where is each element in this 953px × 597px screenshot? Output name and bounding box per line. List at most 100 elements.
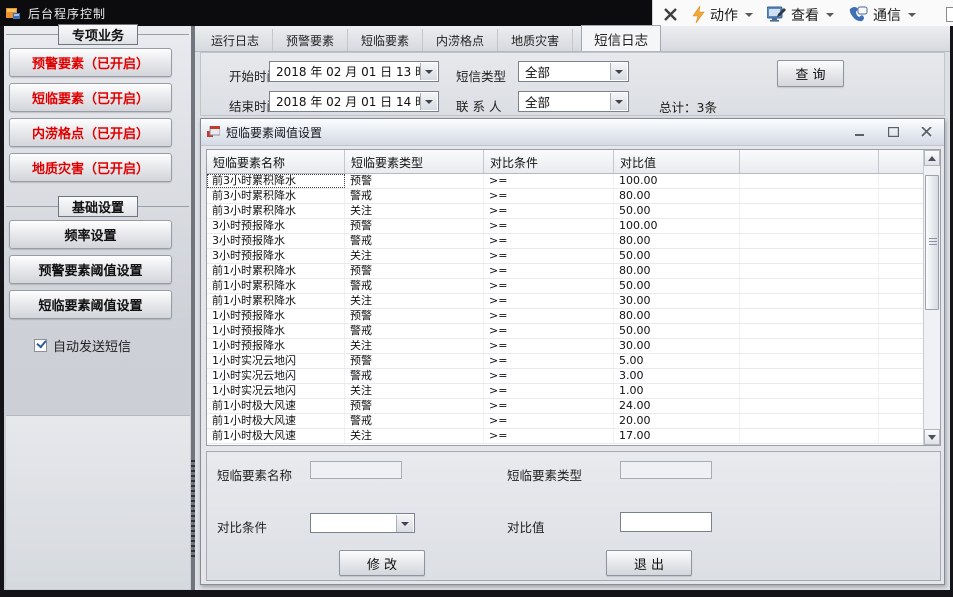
sidebar-button-geo-hazard[interactable]: 地质灾害（已开启）: [9, 153, 172, 182]
table-header: 短临要素名称 短临要素类型 对比条件 对比值: [207, 150, 940, 174]
form-value-label: 对比值: [507, 517, 545, 536]
tab-sms-log[interactable]: 短信日志: [581, 25, 661, 51]
table-row[interactable]: 1小时预报降水警戒>=50.00: [207, 324, 923, 339]
table-row[interactable]: 前1小时累积降水警戒>=50.00: [207, 279, 923, 294]
group-basic-settings: 基础设置: [58, 196, 138, 217]
chevron-down-icon[interactable]: [396, 515, 413, 532]
dialog-title: 短临要素阈值设置: [226, 124, 839, 141]
nowcast-threshold-settings-button[interactable]: 短临要素阈值设置: [9, 290, 172, 319]
edit-form-panel: 短临要素名称 短临要素类型 对比条件 对比值 修 改 退 出: [206, 451, 941, 581]
warning-threshold-settings-button[interactable]: 预警要素阈值设置: [9, 255, 172, 284]
sms-type-label: 短信类型: [456, 66, 506, 85]
column-header-cond[interactable]: 对比条件: [484, 150, 614, 173]
column-header-empty: [740, 150, 879, 173]
dialog-title-bar: 短临要素阈值设置: [201, 119, 944, 146]
form-type-input[interactable]: [620, 461, 712, 479]
modify-button[interactable]: 修 改: [339, 550, 425, 576]
table-row[interactable]: 1小时预报降水关注>=30.00: [207, 339, 923, 354]
start-time-picker[interactable]: 2018 年 02 月 01 日 13 时: [269, 61, 439, 82]
exit-button[interactable]: 退 出: [606, 550, 692, 576]
threshold-table: 短临要素名称 短临要素类型 对比条件 对比值 前3小时累积降水预警>=100.0…: [206, 149, 941, 446]
table-row[interactable]: 前3小时累积降水警戒>=80.00: [207, 189, 923, 204]
table-body: 前3小时累积降水预警>=100.00前3小时累积降水警戒>=80.00前3小时累…: [207, 174, 923, 445]
chevron-down-icon: [826, 13, 834, 17]
auto-send-checkbox-label: 自动发送短信: [53, 336, 131, 355]
lightning-icon: [692, 6, 705, 23]
actions-menu-label: 动作: [710, 5, 738, 25]
actions-menu[interactable]: 动作: [687, 3, 758, 27]
dialog-close-button[interactable]: [914, 124, 938, 141]
dialog-maximize-button[interactable]: [881, 124, 905, 141]
table-row[interactable]: 前1小时累积降水关注>=30.00: [207, 294, 923, 309]
sidebar-button-warning-elements[interactable]: 预警要素（已开启）: [9, 48, 172, 77]
table-row[interactable]: 1小时实况云地闪关注>=1.00: [207, 384, 923, 399]
view-menu[interactable]: 查看: [762, 3, 839, 27]
sidebar-button-nowcast-elements[interactable]: 短临要素（已开启）: [9, 83, 172, 112]
end-time-value: 2018 年 02 月 01 日 14 时: [276, 93, 427, 110]
table-row[interactable]: 3小时预报降水警戒>=80.00: [207, 234, 923, 249]
dialog-icon: [207, 126, 220, 138]
contact-label: 联 系 人: [456, 96, 501, 115]
form-cond-label: 对比条件: [217, 517, 267, 536]
tab-warning-elements[interactable]: 预警要素: [273, 29, 348, 51]
start-time-value: 2018 年 02 月 01 日 13 时: [276, 63, 427, 80]
close-icon[interactable]: [657, 3, 683, 27]
dialog-minimize-button[interactable]: [848, 124, 872, 141]
chevron-down-icon: [908, 13, 916, 17]
form-type-label: 短临要素类型: [507, 465, 582, 484]
sidebar-bottom-panel: [6, 415, 190, 589]
tab-strip: 运行日志 预警要素 短临要素 内涝格点 地质灾害 短信日志: [195, 26, 950, 52]
chevron-down-icon[interactable]: [420, 63, 437, 80]
table-row[interactable]: 前1小时累积降水预警>=80.00: [207, 264, 923, 279]
chevron-down-icon: [745, 13, 753, 17]
sms-type-value: 全部: [525, 62, 550, 81]
table-row[interactable]: 1小时实况云地闪预警>=5.00: [207, 354, 923, 369]
communication-menu-label: 通信: [873, 5, 901, 25]
table-row[interactable]: 前1小时极大风速预警>=24.00: [207, 399, 923, 414]
chevron-down-icon[interactable]: [420, 93, 437, 110]
window-title: 后台程序控制: [28, 5, 106, 22]
search-button[interactable]: 查 询: [777, 60, 844, 87]
tab-waterlogging-grid[interactable]: 内涝格点: [423, 29, 498, 51]
sms-type-combo[interactable]: 全部: [518, 61, 629, 82]
total-count-text: 总计：3条: [659, 97, 717, 116]
table-row[interactable]: 3小时预报降水预警>=100.00: [207, 219, 923, 234]
auto-send-checkbox[interactable]: [34, 339, 47, 352]
end-time-picker[interactable]: 2018 年 02 月 01 日 14 时: [269, 91, 439, 112]
tab-nowcast-elements[interactable]: 短临要素: [348, 29, 423, 51]
column-header-name[interactable]: 短临要素名称: [207, 150, 345, 173]
chevron-down-icon[interactable]: [610, 93, 627, 110]
column-header-value[interactable]: 对比值: [614, 150, 740, 173]
scroll-down-icon[interactable]: [924, 429, 940, 445]
table-scrollbar[interactable]: [923, 150, 940, 445]
table-row[interactable]: 前1小时极大风速警戒>=20.00: [207, 414, 923, 429]
table-row[interactable]: 前3小时累积降水预警>=100.00: [207, 174, 923, 189]
monitor-icon: [767, 6, 786, 23]
table-row[interactable]: 前1小时极大风速关注>=17.00: [207, 429, 923, 444]
table-row[interactable]: 3小时预报降水关注>=50.00: [207, 249, 923, 264]
scroll-up-icon[interactable]: [924, 150, 940, 166]
app-icon: [6, 7, 21, 20]
contact-combo[interactable]: 全部: [518, 91, 629, 112]
communication-menu[interactable]: 通信: [843, 3, 921, 27]
tab-geo-hazard[interactable]: 地质灾害: [498, 29, 573, 51]
contact-value: 全部: [525, 92, 550, 111]
column-header-type[interactable]: 短临要素类型: [345, 150, 484, 173]
phone-icon: [848, 6, 868, 23]
nowcast-threshold-dialog: 短临要素阈值设置 短临要素名称 短临要素类型 对比条件 对比值 前3小时累积降水…: [200, 118, 945, 585]
scrollbar-thumb[interactable]: [925, 175, 939, 310]
frequency-settings-button[interactable]: 频率设置: [9, 220, 172, 249]
table-row[interactable]: 1小时实况云地闪警戒>=3.00: [207, 369, 923, 384]
sidebar-button-waterlogging-grid[interactable]: 内涝格点（已开启）: [9, 118, 172, 147]
form-cond-combo[interactable]: [310, 513, 415, 533]
form-value-input[interactable]: [620, 512, 712, 532]
query-panel: 开始时间 2018 年 02 月 01 日 13 时 短信类型 全部 查 询 结…: [200, 52, 945, 116]
table-row[interactable]: 1小时预报降水预警>=80.00: [207, 309, 923, 324]
table-row[interactable]: 前3小时累积降水关注>=50.00: [207, 204, 923, 219]
toolbar-partial-item: [946, 7, 953, 22]
form-name-input[interactable]: [310, 461, 402, 479]
chevron-down-icon[interactable]: [610, 63, 627, 80]
tab-run-log[interactable]: 运行日志: [198, 29, 273, 51]
thumb-grip-icon: [929, 238, 937, 246]
form-name-label: 短临要素名称: [217, 465, 292, 484]
